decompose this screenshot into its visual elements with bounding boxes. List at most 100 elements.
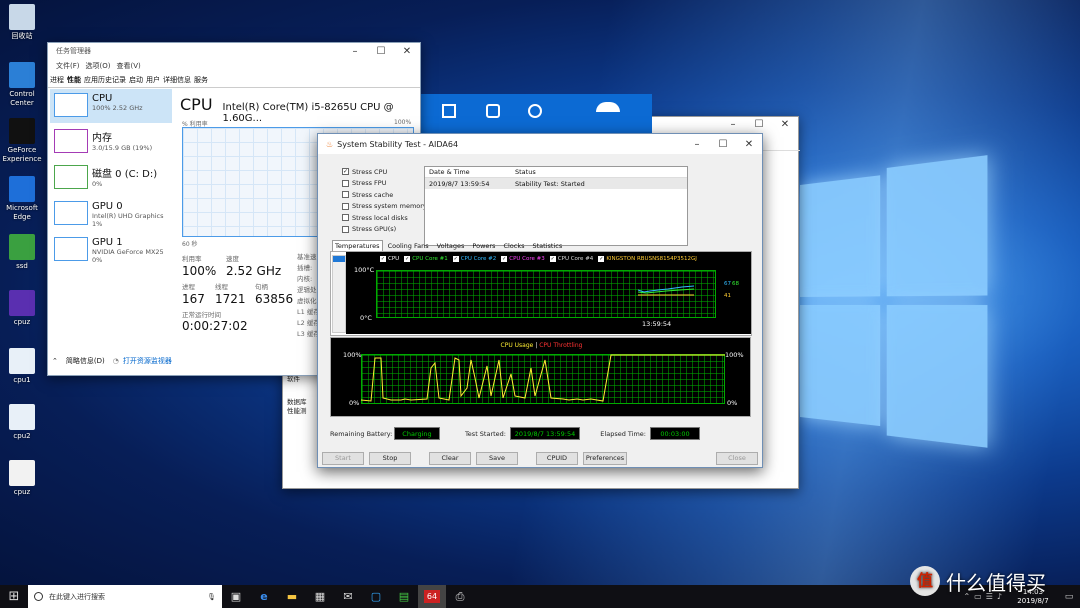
edge-icon[interactable]: e	[250, 585, 278, 608]
fewer-details-link[interactable]: 简略信息(D)	[66, 356, 105, 366]
minimize-icon[interactable]: –	[684, 139, 710, 150]
desktop-icon[interactable]: cpu2	[2, 404, 42, 441]
stop-button[interactable]: Stop	[369, 452, 411, 465]
elapsed-value: 00:03:00	[650, 427, 700, 440]
tree-item[interactable]: 数据库	[287, 398, 307, 407]
menu-options[interactable]: 选项(O)	[86, 61, 111, 71]
scroll-track[interactable]	[332, 255, 346, 333]
stress-checkbox[interactable]: Stress system memory	[342, 201, 427, 213]
save-button[interactable]: Save	[476, 452, 518, 465]
stress-checkbox[interactable]: Stress GPU(s)	[342, 224, 427, 236]
maximize-icon[interactable]: ☐	[746, 119, 772, 130]
tab-processes[interactable]: 进程	[50, 75, 64, 85]
temperature-graph: ✓ CPU ✓ CPU Core #1 ✓ CPU Core #2 ✓ CPU Core #3…	[346, 252, 751, 334]
start-button[interactable]: Start	[322, 452, 364, 465]
desktop-icon-label: Control Center	[9, 90, 35, 107]
close-icon[interactable]: ✕	[736, 139, 762, 150]
search-placeholder: 在此键入进行搜索	[49, 592, 105, 601]
task-manager-icon[interactable]: ▤	[390, 585, 418, 608]
desktop-icon[interactable]: cpu1	[2, 348, 42, 385]
checkbox-box[interactable]	[342, 202, 349, 210]
cpu-model: Intel(R) Core(TM) i5-8265U CPU @ 1.60G..…	[222, 102, 394, 124]
desktop-icon[interactable]: ssd	[2, 234, 42, 271]
checkbox-box[interactable]	[342, 225, 349, 233]
tab-details[interactable]: 详细信息	[163, 75, 191, 85]
close-icon[interactable]: ✕	[772, 119, 798, 130]
col-status: Status	[515, 168, 536, 176]
stress-checkbox[interactable]: Stress cache	[342, 189, 427, 201]
app-icon	[9, 290, 35, 316]
aida64-icon[interactable]: 64	[418, 585, 446, 608]
app-icon	[9, 4, 35, 30]
notification-icon[interactable]: ▭	[1058, 592, 1080, 602]
task-view-icon[interactable]: ▣	[222, 585, 250, 608]
mini-graph	[54, 237, 88, 261]
tab-startup[interactable]: 启动	[129, 75, 143, 85]
tab-services[interactable]: 服务	[194, 75, 208, 85]
tree-item[interactable]: 软件	[287, 375, 307, 384]
perf-item-name: GPU 1	[92, 237, 123, 248]
desktop-icon[interactable]: Microsoft Edge	[2, 176, 42, 222]
desktop-icon[interactable]: Control Center	[2, 62, 42, 108]
microphone-icon[interactable]: 🎙	[207, 593, 222, 601]
desktop-icon[interactable]: GeForce Experience	[2, 118, 42, 164]
handle-value: 63856	[255, 292, 294, 306]
stress-checkbox[interactable]: Stress FPU	[342, 178, 427, 190]
uptime-value: 0:00:27:02	[182, 319, 248, 333]
mail-icon[interactable]: ✉	[334, 585, 362, 608]
perf-sidebar: CPU 100% 2.52 GHz 内存 3.0/15.9 GB (19%) 磁盘 0 …	[50, 89, 172, 269]
stress-checkbox[interactable]: ✓ Stress CPU	[342, 166, 427, 178]
mini-graph	[54, 93, 88, 117]
close-button[interactable]: Close	[716, 452, 758, 465]
app-icon[interactable]: ▢	[362, 585, 390, 608]
stress-checkbox[interactable]: Stress local disks	[342, 212, 427, 224]
open-resource-monitor-link[interactable]: 打开资源监视器	[123, 356, 172, 366]
desktop-icon[interactable]: 回收站	[2, 4, 42, 41]
tab-bar: 进程 性能 应用历史记录 启动 用户 详细信息 服务	[48, 73, 420, 88]
perf-item-sub2: 0%	[92, 256, 103, 264]
uptime-label: 正常运行时间	[182, 311, 221, 319]
minimize-icon[interactable]: –	[720, 119, 746, 130]
tab-users[interactable]: 用户	[146, 75, 160, 85]
close-icon[interactable]: ✕	[394, 46, 420, 57]
store-icon[interactable]: ▦	[306, 585, 334, 608]
clear-button[interactable]: Clear	[429, 452, 471, 465]
search-box[interactable]: 在此键入进行搜索 🎙	[28, 585, 222, 608]
checkbox-box[interactable]: ✓	[342, 168, 349, 176]
tree-item[interactable]: 性能测	[287, 407, 307, 416]
app-icon	[9, 348, 35, 374]
preferences-button[interactable]: Preferences	[583, 452, 627, 465]
perf-item[interactable]: CPU 100% 2.52 GHz	[50, 89, 172, 123]
perf-item-sub: Intel(R) UHD Graphics	[92, 212, 164, 220]
tab-performance[interactable]: 性能	[67, 75, 81, 85]
tab-app-history[interactable]: 应用历史记录	[84, 75, 126, 85]
checkbox-box[interactable]	[342, 191, 349, 199]
cpuid-button[interactable]: CPUID	[536, 452, 578, 465]
temp-value-3: 41	[724, 293, 731, 299]
minimize-icon[interactable]: –	[342, 46, 368, 57]
perf-item[interactable]: 磁盘 0 (C: D:) 0%	[50, 161, 172, 195]
desktop-icon[interactable]: cpuz	[2, 460, 42, 497]
window-icon[interactable]: ⎙	[446, 585, 474, 608]
maximize-icon[interactable]: ☐	[368, 46, 394, 57]
checkbox-box[interactable]	[342, 179, 349, 187]
perf-item[interactable]: GPU 1 NVIDIA GeForce MX25 0%	[50, 233, 172, 267]
date: 2019/8/7	[1017, 596, 1049, 605]
perf-item[interactable]: 内存 3.0/15.9 GB (19%)	[50, 125, 172, 159]
toolbar-window	[420, 94, 652, 134]
table-cell: Stability Test: Started	[515, 179, 585, 188]
app-icon	[9, 62, 35, 88]
menu-view[interactable]: 查看(V)	[116, 61, 140, 71]
menu-file[interactable]: 文件(F)	[56, 61, 80, 71]
chevron-up-icon[interactable]: ⌃	[52, 357, 58, 365]
checkbox-label: Stress local disks	[352, 213, 408, 222]
app-icon	[9, 404, 35, 430]
desktop-icon[interactable]: cpuz	[2, 290, 42, 327]
watermark: 值 什么值得买	[910, 566, 1046, 596]
file-explorer-icon[interactable]: ▬	[278, 585, 306, 608]
windows-start-icon[interactable]: ⊞	[0, 585, 28, 608]
perf-item[interactable]: GPU 0 Intel(R) UHD Graphics 1%	[50, 197, 172, 231]
maximize-icon[interactable]: ☐	[710, 139, 736, 150]
checkbox-box[interactable]	[342, 214, 349, 222]
desktop-icon-label: 回收站	[11, 32, 33, 40]
